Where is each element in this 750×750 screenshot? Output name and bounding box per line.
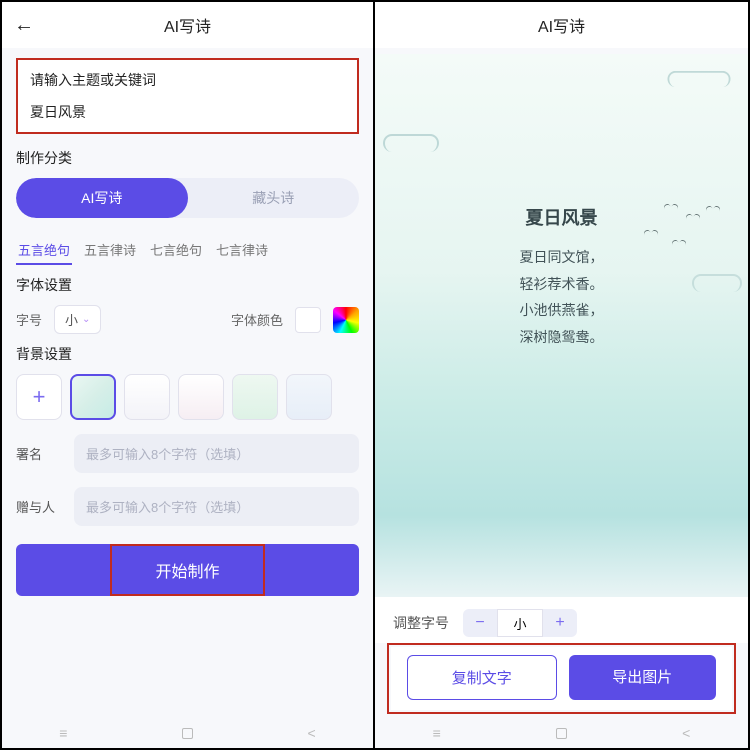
chevron-down-icon: ⌄ [82, 314, 90, 325]
tab-5jueju[interactable]: 五言绝句 [16, 236, 72, 265]
font-size-display: 小 [497, 609, 543, 637]
poem-line: 轻衫荐术香。 [375, 271, 748, 298]
bg-thumb-5[interactable] [286, 374, 332, 420]
android-nav-left: ≡ < [2, 718, 373, 748]
highlight-bottom-box: 复制文字 导出图片 [387, 643, 736, 714]
color-picker-icon[interactable] [333, 307, 359, 333]
bg-section: 背景设置 + [2, 344, 373, 420]
font-size-label: 字号 [16, 310, 42, 329]
poem-text: 夏日风景 夏日同文馆， 轻衫荐术香。 小池供燕雀， 深树隐鸳鸯。 [375, 204, 748, 350]
nav-back-icon[interactable]: < [682, 725, 690, 741]
font-color-swatch[interactable] [295, 307, 321, 333]
nav-home-icon[interactable] [556, 728, 567, 739]
tab-7jueju[interactable]: 七言绝句 [148, 236, 204, 265]
keyword-label: 请输入主题或关键词 [30, 70, 345, 90]
header-right: AI写诗 [375, 2, 748, 48]
page-title-right: AI写诗 [538, 13, 585, 37]
poem-line: 夏日同文馆， [375, 244, 748, 271]
font-size-stepper: − 小 + [463, 609, 577, 637]
segment-acrostic[interactable]: 藏头诗 [188, 178, 360, 218]
font-size-value: 小 [65, 310, 78, 329]
font-color-label: 字体颜色 [231, 310, 283, 329]
signature-row: 署名 最多可输入8个字符（选填） [2, 434, 373, 473]
poem-line: 深树隐鸳鸯。 [375, 324, 748, 351]
tab-7lvshi[interactable]: 七言律诗 [214, 236, 270, 265]
adjust-font-label: 调整字号 [393, 613, 449, 633]
form-tabs: 五言绝句 五言律诗 七言绝句 七言律诗 [16, 236, 359, 265]
recipient-row: 赠与人 最多可输入8个字符（选填） [2, 487, 373, 526]
adjust-row: 调整字号 − 小 + [375, 597, 748, 643]
keyword-input-box: 请输入主题或关键词 [16, 58, 359, 134]
recipient-input[interactable]: 最多可输入8个字符（选填） [74, 487, 359, 526]
signature-input[interactable]: 最多可输入8个字符（选填） [74, 434, 359, 473]
font-decrease-button[interactable]: − [463, 609, 497, 637]
segment-ai-poem[interactable]: AI写诗 [16, 178, 188, 218]
start-create-button[interactable]: 开始制作 [16, 544, 359, 596]
page-title-left: AI写诗 [164, 13, 211, 37]
poem-title: 夏日风景 [375, 204, 748, 230]
left-panel: ← AI写诗 请输入主题或关键词 制作分类 AI写诗 藏头诗 五言绝句 五言律诗… [2, 2, 375, 748]
font-size-dropdown[interactable]: 小 ⌄ [54, 305, 101, 334]
font-increase-button[interactable]: + [543, 609, 577, 637]
nav-menu-icon[interactable]: ≡ [59, 725, 67, 741]
category-segmented: AI写诗 藏头诗 [16, 178, 359, 218]
nav-back-icon[interactable]: < [308, 725, 316, 741]
poem-preview: 夏日风景 夏日同文馆， 轻衫荐术香。 小池供燕雀， 深树隐鸳鸯。 [375, 54, 748, 597]
category-title: 制作分类 [16, 148, 359, 168]
cloud-icon [668, 71, 731, 87]
export-image-button[interactable]: 导出图片 [569, 655, 717, 700]
bg-section-title: 背景设置 [16, 344, 359, 364]
font-section-title: 字体设置 [16, 275, 359, 295]
copy-text-button[interactable]: 复制文字 [407, 655, 557, 700]
nav-menu-icon[interactable]: ≡ [433, 725, 441, 741]
tab-5lvshi[interactable]: 五言律诗 [82, 236, 138, 265]
right-panel: AI写诗 夏日风景 夏日同文馆， 轻衫荐术香。 小池供燕雀， 深树隐鸳鸯。 调整… [375, 2, 748, 748]
cloud-icon [383, 134, 439, 152]
bg-add-button[interactable]: + [16, 374, 62, 420]
start-create-label: 开始制作 [155, 564, 219, 581]
bg-thumb-2[interactable] [124, 374, 170, 420]
recipient-label: 赠与人 [16, 497, 56, 516]
bg-thumb-1[interactable] [70, 374, 116, 420]
font-section: 字体设置 字号 小 ⌄ 字体颜色 [2, 275, 373, 334]
bg-thumb-4[interactable] [232, 374, 278, 420]
keyword-input[interactable] [30, 100, 345, 126]
bg-thumb-3[interactable] [178, 374, 224, 420]
poem-line: 小池供燕雀， [375, 297, 748, 324]
nav-home-icon[interactable] [182, 728, 193, 739]
category-section: 制作分类 AI写诗 藏头诗 [2, 148, 373, 218]
android-nav-right: ≡ < [375, 718, 748, 748]
header-left: ← AI写诗 [2, 2, 373, 48]
signature-label: 署名 [16, 444, 56, 463]
back-icon[interactable]: ← [14, 14, 34, 37]
